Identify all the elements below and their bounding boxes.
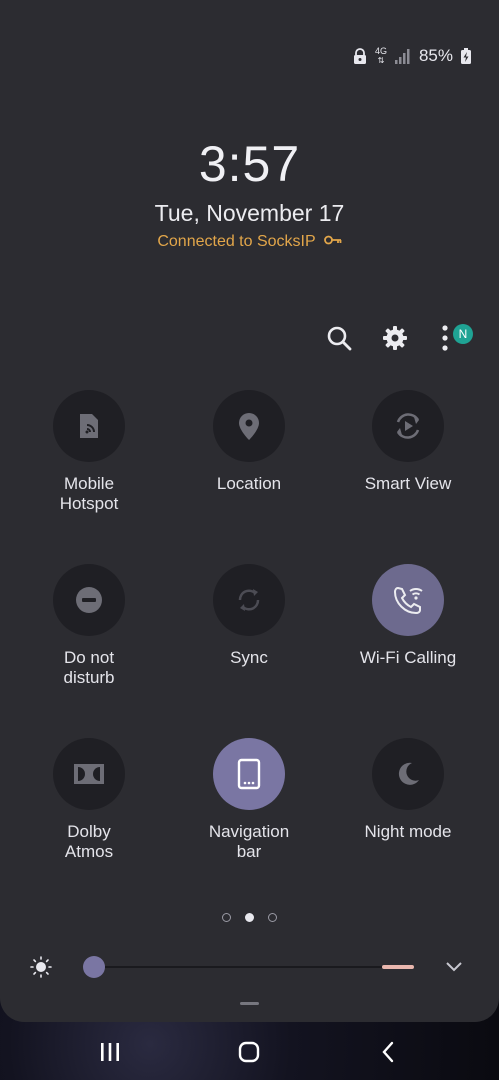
tile-location-button[interactable] bbox=[213, 390, 285, 462]
battery-charging-icon bbox=[461, 48, 471, 64]
tile-night-mode-button[interactable] bbox=[372, 738, 444, 810]
gear-icon bbox=[383, 326, 407, 350]
brightness-slider-thumb[interactable] bbox=[82, 956, 105, 978]
tile-label: Smart View bbox=[364, 474, 452, 493]
tile-smart-view[interactable]: Smart View bbox=[338, 390, 478, 494]
tile-do-not-disturb-button[interactable] bbox=[53, 564, 125, 636]
key-icon bbox=[323, 233, 342, 251]
recent-apps-button[interactable] bbox=[80, 1030, 140, 1074]
signal-icon bbox=[394, 48, 411, 64]
tile-dolby-atmos[interactable]: Dolby Atmos bbox=[19, 738, 159, 862]
tile-wifi-calling[interactable]: Wi-Fi Calling bbox=[338, 564, 478, 668]
network-type-icon: 4G ⇅ bbox=[374, 46, 387, 66]
page-dot-active[interactable] bbox=[245, 913, 254, 922]
smart-view-icon bbox=[396, 413, 420, 439]
tile-label: Location bbox=[216, 474, 282, 493]
panel-drag-handle[interactable] bbox=[240, 1002, 259, 1005]
brightness-sun-icon bbox=[30, 956, 52, 978]
tile-sync-button[interactable] bbox=[213, 564, 285, 636]
notification-badge: N bbox=[453, 324, 473, 344]
back-icon bbox=[382, 1041, 394, 1063]
clock: 3:57 bbox=[198, 136, 301, 192]
tile-night-mode[interactable]: Night mode bbox=[338, 738, 478, 842]
back-button[interactable] bbox=[358, 1030, 418, 1074]
do-not-disturb-icon bbox=[76, 587, 102, 613]
network-type-label: 4G bbox=[374, 46, 387, 56]
vpn-status-label: Connected to SocksIP bbox=[157, 233, 316, 250]
tile-label: Wi-Fi Calling bbox=[359, 648, 457, 667]
tile-sync[interactable]: Sync bbox=[179, 564, 319, 668]
tile-dolby-atmos-button[interactable] bbox=[53, 738, 125, 810]
search-icon bbox=[327, 326, 352, 351]
chevron-down-icon bbox=[446, 962, 462, 972]
tile-do-not-disturb[interactable]: Do not disturb bbox=[19, 564, 159, 688]
sync-icon bbox=[238, 589, 260, 611]
tile-mobile-hotspot[interactable]: Mobile Hotspot bbox=[19, 390, 159, 514]
system-navigation-bar bbox=[0, 1030, 499, 1074]
brightness-control bbox=[0, 950, 499, 984]
battery-percent: 85% bbox=[418, 46, 453, 65]
vpn-status[interactable]: Connected to SocksIP bbox=[0, 233, 499, 251]
quick-panel-toolbar: N bbox=[319, 318, 479, 358]
moon-icon bbox=[398, 762, 419, 785]
vpn-status-icon bbox=[353, 48, 367, 64]
home-icon bbox=[238, 1041, 260, 1063]
tile-navigation-bar[interactable]: Navigation bar bbox=[179, 738, 319, 862]
tile-smart-view-button[interactable] bbox=[372, 390, 444, 462]
brightness-slider-track[interactable] bbox=[84, 966, 414, 968]
more-vertical-icon bbox=[442, 325, 448, 351]
expand-brightness-button[interactable] bbox=[442, 956, 466, 978]
tile-label: Dolby Atmos bbox=[64, 822, 114, 861]
tile-mobile-hotspot-button[interactable] bbox=[53, 390, 125, 462]
tile-location[interactable]: Location bbox=[179, 390, 319, 494]
quick-settings-panel: 4G ⇅ 85% 3:57 Tue, November 17 Connected… bbox=[0, 0, 499, 1022]
hotspot-icon bbox=[80, 414, 98, 438]
tile-label: Mobile Hotspot bbox=[59, 474, 119, 513]
status-bar: 4G ⇅ 85% bbox=[353, 44, 471, 68]
tile-navigation-bar-button[interactable] bbox=[213, 738, 285, 810]
home-button[interactable] bbox=[219, 1030, 279, 1074]
navigation-bar-icon bbox=[237, 758, 261, 790]
page-indicator bbox=[0, 913, 499, 922]
location-pin-icon bbox=[239, 413, 259, 440]
tile-label: Sync bbox=[230, 648, 268, 667]
search-button[interactable] bbox=[319, 318, 359, 358]
recents-icon bbox=[101, 1043, 119, 1061]
tile-wifi-calling-button[interactable] bbox=[372, 564, 444, 636]
tile-label: Navigation bar bbox=[208, 822, 290, 861]
page-dot[interactable] bbox=[222, 913, 231, 922]
brightness-slider-end-marker bbox=[382, 965, 414, 969]
dolby-icon bbox=[74, 764, 104, 784]
tile-label: Night mode bbox=[364, 822, 452, 841]
page-dot[interactable] bbox=[268, 913, 277, 922]
date: Tue, November 17 bbox=[154, 200, 345, 226]
wifi-calling-icon bbox=[393, 586, 423, 615]
settings-button[interactable] bbox=[375, 318, 415, 358]
tile-label: Do not disturb bbox=[63, 648, 115, 687]
